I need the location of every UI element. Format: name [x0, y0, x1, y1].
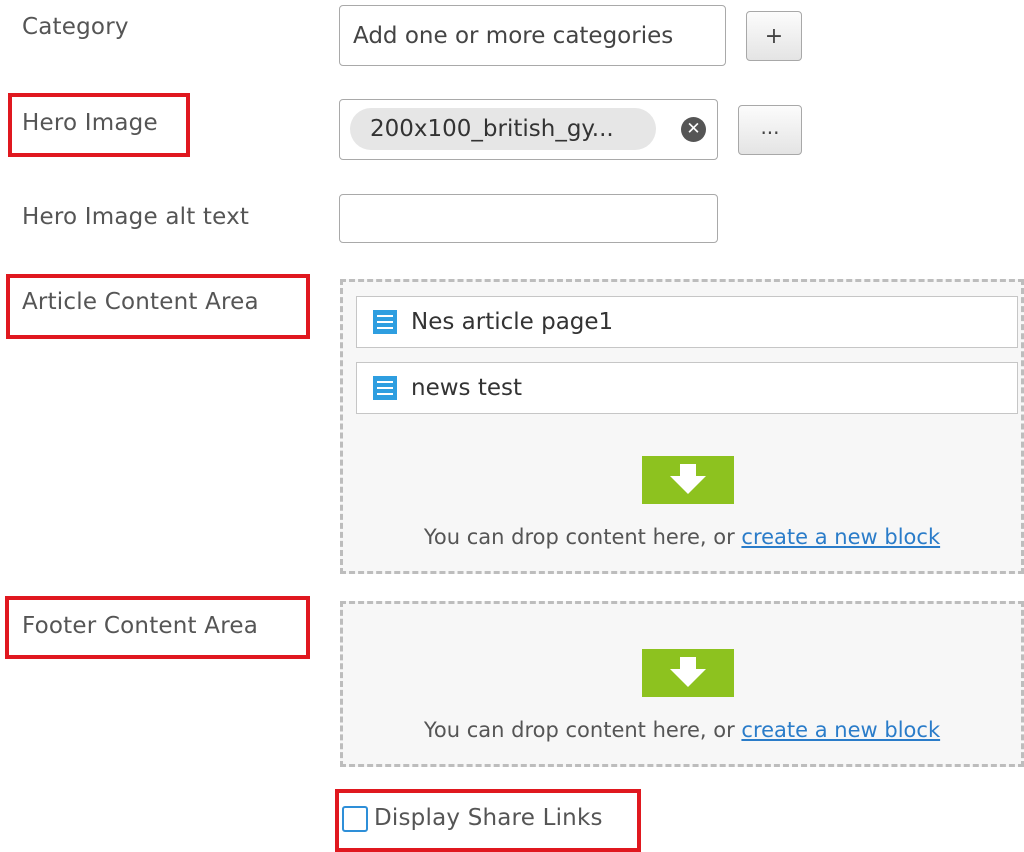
drop-hint-text: You can drop content here, or [423, 718, 735, 742]
block-list-icon [373, 376, 397, 400]
footer-content-area-label: Footer Content Area [22, 613, 259, 639]
drop-hint: You can drop content here, or create a n… [343, 525, 1021, 549]
category-label: Category [22, 14, 129, 40]
content-block-item[interactable]: Nes article page1 [356, 296, 1018, 348]
add-category-button[interactable]: + [746, 11, 802, 61]
article-content-area-dropzone[interactable]: Nes article page1 news test You can drop… [340, 279, 1024, 574]
article-content-area-label: Article Content Area [22, 289, 259, 315]
display-share-links-label[interactable]: Display Share Links [374, 805, 603, 831]
content-block-title: Nes article page1 [411, 309, 614, 335]
footer-content-area-dropzone[interactable]: You can drop content here, or create a n… [340, 601, 1024, 767]
drop-hint: You can drop content here, or create a n… [343, 718, 1021, 742]
hero-image-chip[interactable]: 200x100_british_gy... [350, 108, 656, 150]
drop-hint-text: You can drop content here, or [423, 525, 735, 549]
hero-image-label: Hero Image [22, 110, 158, 136]
create-new-block-link[interactable]: create a new block [741, 718, 940, 742]
x-circle-icon[interactable]: ✕ [681, 117, 706, 142]
content-block-title: news test [411, 375, 523, 401]
browse-hero-image-button[interactable]: ... [738, 105, 802, 155]
block-list-icon [373, 310, 397, 334]
drop-arrow-icon [642, 649, 734, 697]
content-block-item[interactable]: news test [356, 362, 1018, 414]
hero-image-alt-input[interactable] [339, 194, 718, 243]
category-input[interactable]: Add one or more categories [339, 5, 726, 66]
display-share-links-checkbox[interactable] [342, 806, 368, 832]
create-new-block-link[interactable]: create a new block [741, 525, 940, 549]
drop-arrow-icon [642, 456, 734, 504]
hero-image-alt-label: Hero Image alt text [22, 204, 250, 230]
